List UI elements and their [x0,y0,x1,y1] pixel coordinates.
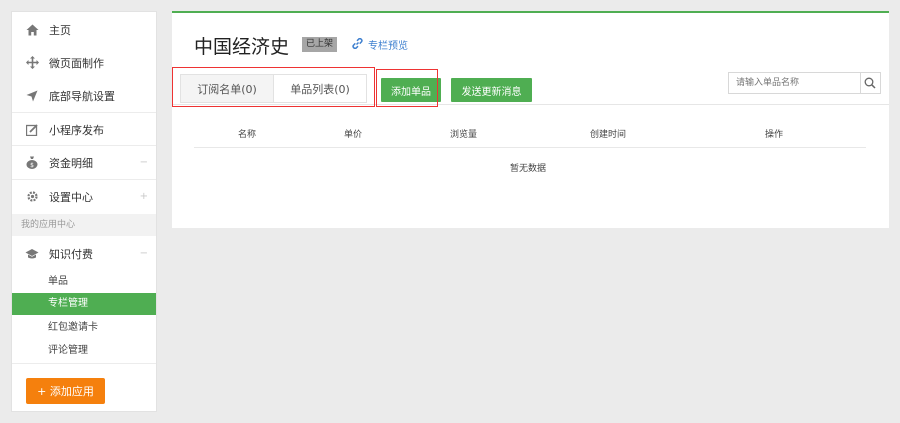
sub-item-red-packet-invite[interactable]: 红包邀请卡 [12,317,156,339]
sidebar-item-label: 主页 [49,23,71,37]
sidebar-item-label: 小程序发布 [49,123,104,137]
sidebar-item-knowledge-pay[interactable]: 知识付费 − [12,237,156,270]
sub-item-column-management[interactable]: 专栏管理 [12,293,156,315]
money-bag-icon: $ [25,156,39,170]
sidebar-item-funds[interactable]: $ 资金明细 − [12,146,156,179]
sidebar-item-miniprogram-publish[interactable]: 小程序发布 [12,113,156,146]
page-title: 中国经济史 [194,36,290,58]
navigation-arrow-icon [25,89,39,103]
add-item-button[interactable]: 添加单品 [381,78,441,102]
divider [12,363,156,364]
expand-icon[interactable]: + [140,191,148,202]
sidebar-item-home[interactable]: 主页 [12,13,156,46]
graduation-cap-icon [25,247,39,261]
column-header-name: 名称 [238,130,257,140]
tab-subscriber-list[interactable]: 订阅名单(0) [181,75,274,102]
column-header-created-time: 创建时间 [590,130,627,140]
edit-square-icon [25,123,39,137]
empty-state-text: 暂无数据 [510,164,547,174]
sidebar-item-label: 知识付费 [49,247,93,261]
svg-text:$: $ [30,162,34,169]
collapse-icon[interactable]: − [140,157,148,168]
preview-link-label: 专栏预览 [368,41,408,52]
sidebar-item-label: 微页面制作 [49,56,104,70]
section-label-my-apps: 我的应用中心 [12,214,156,236]
tab-bar: 订阅名单(0) 单品列表(0) [180,74,367,103]
search-input[interactable] [728,72,861,94]
send-update-button[interactable]: 发送更新消息 [451,78,532,102]
add-app-button[interactable]: + 添加应用 [26,378,105,404]
home-icon [25,23,39,37]
sub-item-comment-management[interactable]: 评论管理 [12,340,156,362]
search-icon [864,74,876,93]
link-icon [352,37,363,52]
move-arrows-icon [25,56,39,70]
sidebar: 主页 微页面制作 底部导航设置 小程序发布 $ 资金明细 − 设置中心 + 我的… [11,11,157,412]
column-preview-link[interactable]: 专栏预览 [352,37,408,52]
sidebar-item-bottom-nav[interactable]: 底部导航设置 [12,79,156,112]
sidebar-item-label: 资金明细 [49,156,93,170]
column-header-price: 单价 [344,130,363,140]
sidebar-item-settings[interactable]: 设置中心 + [12,180,156,213]
collapse-icon[interactable]: − [140,248,148,259]
sub-item-single[interactable]: 单品 [12,271,156,293]
column-header-actions: 操作 [765,130,784,140]
column-header-views: 浏览量 [450,130,478,140]
gear-icon [25,190,39,204]
divider [172,104,889,105]
status-badge: 已上架 [302,37,338,52]
sidebar-item-micro-page[interactable]: 微页面制作 [12,46,156,79]
sidebar-item-label: 设置中心 [49,190,93,204]
main-panel: 中国经济史 已上架 专栏预览 订阅名单(0) 单品列表(0) 添加单品 发送更新… [172,11,889,228]
search-button[interactable] [860,72,881,94]
divider [194,147,866,148]
sidebar-item-label: 底部导航设置 [49,89,115,103]
tab-item-list[interactable]: 单品列表(0) [274,75,366,102]
